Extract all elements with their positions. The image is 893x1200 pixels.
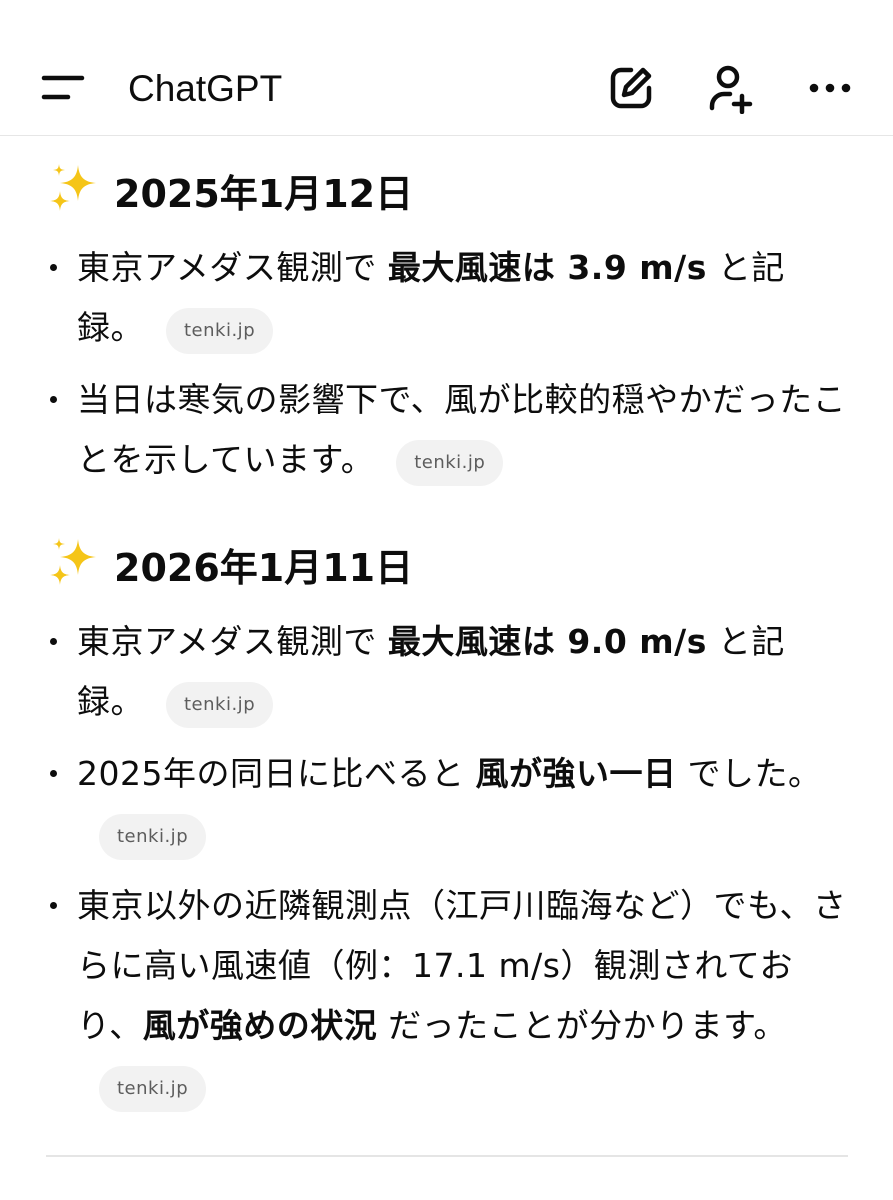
source-chip[interactable]: tenki.jp [166, 682, 274, 728]
divider [46, 1155, 848, 1157]
bullet-dot [50, 770, 57, 777]
new-chat-button[interactable] [605, 62, 657, 114]
source-chip[interactable]: tenki.jp [99, 814, 207, 860]
text-run-bold: 最大風速は 3.9 m/s [387, 248, 707, 287]
app-title: ChatGPT [128, 68, 283, 109]
source-chip[interactable]: tenki.jp [99, 1066, 207, 1112]
section-heading: 2025年1月12日 [48, 161, 413, 225]
edit-icon [610, 67, 652, 109]
list-item-text: 東京アメダス観測で 最大風速は 3.9 m/s と記録。 tenki.jp [77, 238, 847, 358]
text-run: 2025年の同日に比べると [77, 754, 476, 793]
text-run: だったことが分かります。 [377, 1006, 787, 1045]
bullet-dot [50, 638, 57, 645]
source-chip[interactable]: tenki.jp [166, 308, 274, 354]
bullet-dot [50, 902, 57, 909]
top-bar: ChatGPT [0, 0, 893, 136]
section-heading-text: 2025年1月12日 [114, 172, 414, 216]
list-item-text: 2025年の同日に比べると 風が強い一日 でした。 tenki.jp [77, 744, 847, 864]
list-item-text: 東京アメダス観測で 最大風速は 9.0 m/s と記録。 tenki.jp [77, 612, 847, 732]
section-heading-text: 2026年1月11日 [114, 546, 414, 590]
text-run: 東京アメダス観測で [77, 248, 388, 287]
more-icon [809, 83, 851, 93]
text-run: でした。 [676, 754, 822, 793]
text-run-bold: 風が強い一日 [475, 754, 677, 793]
add-user-icon [709, 65, 753, 114]
text-run-bold: 風が強めの状況 [142, 1006, 378, 1045]
section-heading: 2026年1月11日 [48, 535, 413, 599]
list-item-text: 東京以外の近隣観測点（江戸川臨海など）でも、さらに高い風速値（例：17.1 m/… [77, 876, 847, 1116]
text-run: 東京アメダス観測で [77, 622, 388, 661]
bullet-dot [50, 396, 57, 403]
add-user-button[interactable] [704, 62, 756, 114]
sparkles-icon [48, 535, 100, 599]
bullet-dot [50, 264, 57, 271]
menu-button[interactable] [38, 70, 90, 110]
menu-icon [41, 75, 85, 100]
more-button[interactable] [804, 62, 856, 114]
sparkles-icon [48, 161, 100, 225]
source-chip[interactable]: tenki.jp [396, 440, 504, 486]
list-item-text: 当日は寒気の影響下で、風が比較的穏やかだったことを示しています。 tenki.jp [77, 370, 847, 490]
text-run-bold: 最大風速は 9.0 m/s [387, 622, 707, 661]
